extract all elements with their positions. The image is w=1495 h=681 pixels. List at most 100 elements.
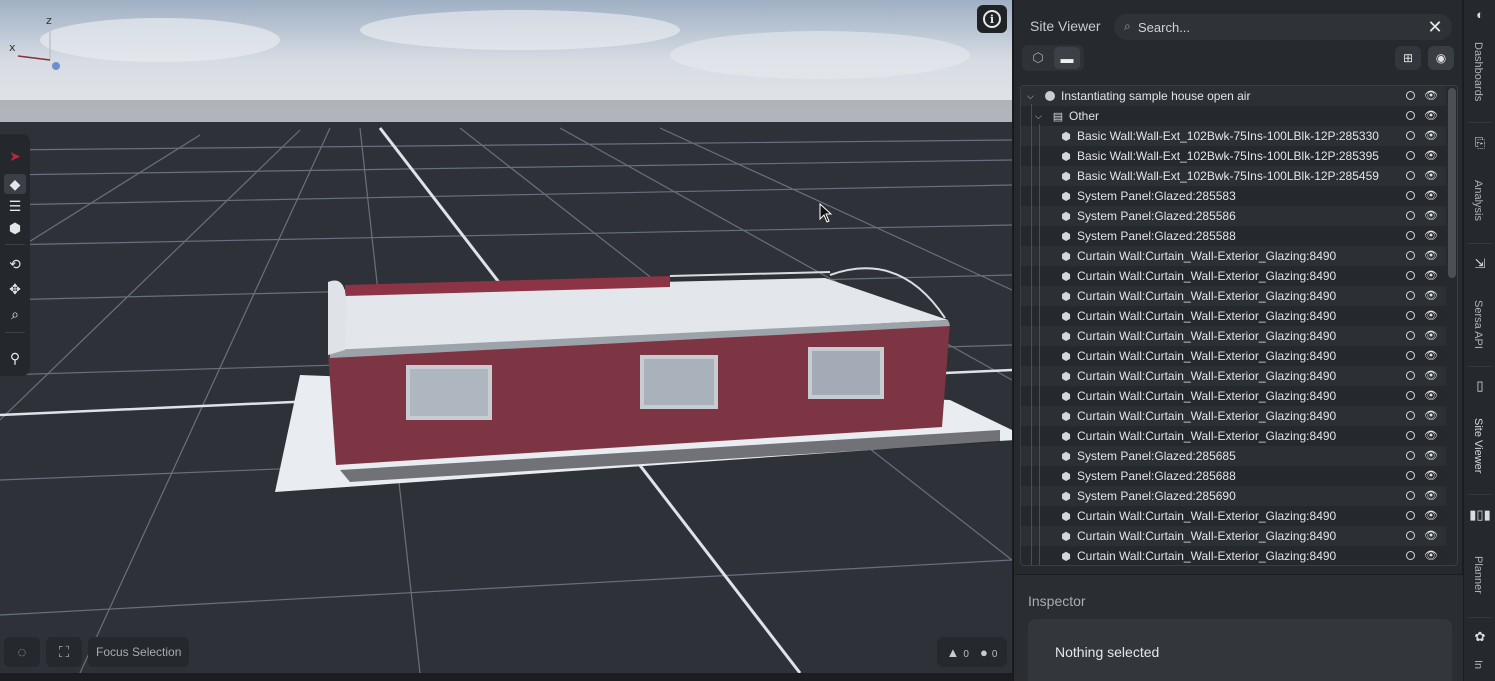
- info-button[interactable]: i: [977, 5, 1007, 33]
- move-icon[interactable]: ✥: [4, 279, 26, 299]
- 3d-viewport[interactable]: x z ➤ ◆ ☰ ⬢ ⟲ ✥ ⌕ ⚲ i ◌ ⛶ Focus Selectio…: [0, 0, 1012, 673]
- orbit-icon[interactable]: ⟲: [4, 254, 26, 274]
- eye-icon[interactable]: 👁: [1424, 389, 1438, 402]
- tree-item-row[interactable]: ⬢ Curtain Wall:Curtain_Wall-Exterior_Glaz…: [1021, 286, 1446, 306]
- search-input[interactable]: [1138, 17, 1418, 37]
- tree-item-row[interactable]: ⬢ Curtain Wall:Curtain_Wall-Exterior_Glaz…: [1021, 426, 1446, 446]
- tree-item-row[interactable]: ⬢ Curtain Wall:Curtain_Wall-Exterior_Glaz…: [1021, 246, 1446, 266]
- tree-item-row[interactable]: ⬢ Curtain Wall:Curtain_Wall-Exterior_Glaz…: [1021, 506, 1446, 526]
- chevron-down-icon[interactable]: ⌵: [1027, 91, 1037, 102]
- eye-icon[interactable]: 👁: [1424, 209, 1438, 222]
- focus-selection-button[interactable]: Focus Selection: [88, 637, 190, 667]
- isolate-toggle[interactable]: [1406, 471, 1415, 480]
- chevron-down-icon[interactable]: ⌵: [1035, 111, 1045, 122]
- isolate-toggle[interactable]: [1406, 91, 1415, 100]
- measure-icon[interactable]: ⚲: [4, 348, 26, 368]
- new-folder-icon[interactable]: ⊞: [1395, 46, 1421, 70]
- eye-icon[interactable]: 👁: [1424, 369, 1438, 382]
- isolate-toggle[interactable]: [1406, 351, 1415, 360]
- integrations-icon[interactable]: ✿: [1469, 627, 1491, 647]
- eye-icon[interactable]: 👁: [1424, 329, 1438, 342]
- tree-item-row[interactable]: ⬢ System Panel:Glazed:285583 👁: [1021, 186, 1446, 206]
- planner-icon[interactable]: ▮▯▮: [1469, 505, 1491, 525]
- isolate-toggle[interactable]: [1406, 111, 1415, 120]
- rail-tab-site-viewer[interactable]: Site Viewer: [1472, 418, 1484, 473]
- isolate-toggle[interactable]: [1406, 431, 1415, 440]
- eye-icon[interactable]: 👁: [1424, 429, 1438, 442]
- tree-item-row[interactable]: ⬢ System Panel:Glazed:285588 👁: [1021, 226, 1446, 246]
- tree-item-row[interactable]: ⬢ Curtain Wall:Curtain_Wall-Exterior_Glaz…: [1021, 366, 1446, 386]
- folder-view-icon[interactable]: ▬: [1054, 47, 1080, 69]
- analysis-icon[interactable]: ⎘: [1469, 133, 1491, 153]
- tree-item-row[interactable]: ⬢ Curtain Wall:Curtain_Wall-Exterior_Glaz…: [1021, 326, 1446, 346]
- isolate-toggle[interactable]: [1406, 551, 1415, 560]
- isolate-toggle[interactable]: [1406, 451, 1415, 460]
- eye-icon[interactable]: 👁: [1424, 309, 1438, 322]
- eye-icon[interactable]: 👁: [1424, 129, 1438, 142]
- eye-icon[interactable]: 👁: [1424, 149, 1438, 162]
- eye-icon[interactable]: 👁: [1424, 409, 1438, 422]
- clear-search-icon[interactable]: ✕: [1424, 16, 1446, 38]
- isolate-toggle[interactable]: [1406, 411, 1415, 420]
- tree-item-row[interactable]: ⬢ Curtain Wall:Curtain_Wall-Exterior_Glaz…: [1021, 306, 1446, 326]
- object-view-icon[interactable]: ⬡: [1025, 47, 1051, 69]
- axis-gizmo[interactable]: x z: [6, 14, 66, 76]
- frame-selection-button[interactable]: ⛶: [46, 637, 82, 667]
- isolate-toggle[interactable]: [1406, 151, 1415, 160]
- eye-icon[interactable]: 👁: [1424, 169, 1438, 182]
- eye-icon[interactable]: 👁: [1424, 489, 1438, 502]
- tree-item-row[interactable]: ⬢ Curtain Wall:Curtain_Wall-Exterior_Glaz…: [1021, 406, 1446, 426]
- isolate-toggle[interactable]: [1406, 271, 1415, 280]
- layers-icon[interactable]: ☰: [4, 196, 26, 216]
- pointer-icon[interactable]: ➤: [4, 146, 26, 166]
- rail-tab-analysis[interactable]: Analysis: [1472, 180, 1484, 221]
- status-indicators[interactable]: ▲ 0 ● 0: [937, 637, 1007, 667]
- surface-icon[interactable]: ◆: [4, 174, 26, 194]
- scene-tree[interactable]: ⌵ Instantiating sample house open air 👁 …: [1020, 85, 1458, 566]
- rail-tab-sersa-api[interactable]: Sersa API: [1472, 300, 1484, 349]
- tree-item-row[interactable]: ⬢ System Panel:Glazed:285688 👁: [1021, 466, 1446, 486]
- eye-icon[interactable]: 👁: [1424, 189, 1438, 202]
- isolate-toggle[interactable]: [1406, 391, 1415, 400]
- tree-item-row[interactable]: ⬢ Curtain Wall:Curtain_Wall-Exterior_Glaz…: [1021, 526, 1446, 546]
- eye-icon[interactable]: 👁: [1424, 229, 1438, 242]
- rail-tab-in[interactable]: In: [1472, 660, 1484, 669]
- rail-tab-planner[interactable]: Planner: [1472, 556, 1484, 594]
- eye-icon[interactable]: 👁: [1424, 269, 1438, 282]
- rail-tab-dashboards[interactable]: Dashboards: [1472, 42, 1484, 101]
- isolate-toggle[interactable]: [1406, 251, 1415, 260]
- isolate-toggle[interactable]: [1406, 371, 1415, 380]
- locate-icon[interactable]: ◉: [1428, 46, 1454, 70]
- app-logo-icon[interactable]: ◐: [1469, 4, 1491, 24]
- eye-icon[interactable]: 👁: [1424, 529, 1438, 542]
- eye-icon[interactable]: 👁: [1424, 449, 1438, 462]
- isolate-toggle[interactable]: [1406, 231, 1415, 240]
- isolate-toggle[interactable]: [1406, 191, 1415, 200]
- isolate-toggle[interactable]: [1406, 511, 1415, 520]
- isolate-toggle[interactable]: [1406, 131, 1415, 140]
- eye-icon[interactable]: 👁: [1424, 289, 1438, 302]
- search-box[interactable]: ⌕ ✕: [1114, 14, 1452, 40]
- eye-icon[interactable]: 👁: [1424, 549, 1438, 562]
- eye-icon[interactable]: 👁: [1424, 469, 1438, 482]
- tree-item-row[interactable]: ⬢ System Panel:Glazed:285685 👁: [1021, 446, 1446, 466]
- tree-item-row[interactable]: ⬢ Curtain Wall:Curtain_Wall-Exterior_Glaz…: [1021, 266, 1446, 286]
- zoom-icon[interactable]: ⌕: [4, 304, 26, 324]
- eye-icon[interactable]: 👁: [1424, 109, 1438, 122]
- tree-item-row[interactable]: ⬢ Basic Wall:Wall-Ext_102Bwk-75Ins-100LBl…: [1021, 126, 1446, 146]
- hide-selection-button[interactable]: ◌: [4, 637, 40, 667]
- isolate-toggle[interactable]: [1406, 331, 1415, 340]
- tree-scrollbar[interactable]: [1448, 88, 1456, 278]
- api-icon[interactable]: ⇲: [1469, 254, 1491, 274]
- eye-icon[interactable]: 👁: [1424, 349, 1438, 362]
- tree-item-row[interactable]: ⬢ System Panel:Glazed:285690 👁: [1021, 486, 1446, 506]
- eye-icon[interactable]: 👁: [1424, 89, 1438, 102]
- eye-icon[interactable]: 👁: [1424, 509, 1438, 522]
- tree-group-row[interactable]: ⌵ ▤ Other 👁: [1021, 106, 1446, 126]
- isolate-toggle[interactable]: [1406, 311, 1415, 320]
- isolate-toggle[interactable]: [1406, 531, 1415, 540]
- tree-item-row[interactable]: ⬢ Basic Wall:Wall-Ext_102Bwk-75Ins-100LBl…: [1021, 146, 1446, 166]
- site-viewer-icon[interactable]: ▯: [1469, 376, 1491, 396]
- tree-item-row[interactable]: ⬢ System Panel:Glazed:285586 👁: [1021, 206, 1446, 226]
- isolate-toggle[interactable]: [1406, 211, 1415, 220]
